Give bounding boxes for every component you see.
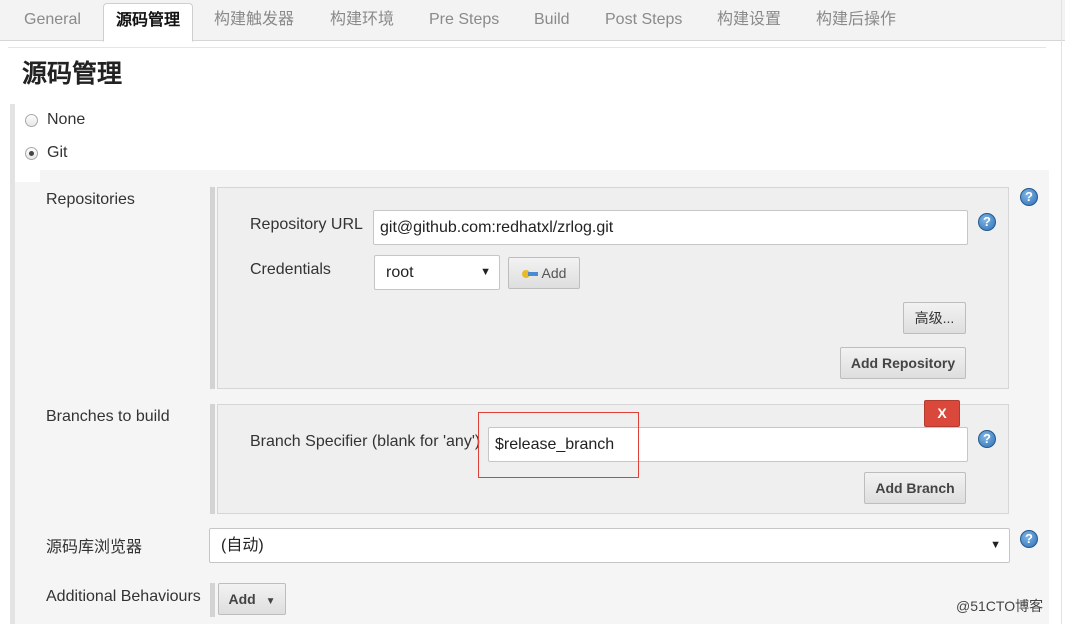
repositories-panel-bar [210, 187, 215, 389]
repository-browser-help-icon[interactable]: ? [1020, 530, 1038, 548]
tab-bar: General 源码管理 构建触发器 构建环境 Pre Steps Build … [0, 0, 1065, 42]
add-credentials-button[interactable]: Add [508, 257, 580, 289]
branches-panel-bar [210, 404, 215, 514]
chevron-down-icon: ▼ [265, 596, 276, 607]
repository-url-input[interactable]: git@github.com:redhatxl/zrlog.git [373, 210, 968, 245]
tab-post-steps[interactable]: Post Steps [605, 0, 682, 41]
branches-to-build-label: Branches to build [46, 408, 170, 425]
watermark: @51CTO博客 [956, 598, 1044, 614]
radio-none-label: None [47, 111, 86, 128]
branch-specifier-help-icon[interactable]: ? [978, 430, 996, 448]
delete-branch-button[interactable]: X [924, 400, 960, 427]
scm-option-git[interactable]: Git [25, 142, 67, 164]
add-branch-button[interactable]: Add Branch [864, 472, 966, 504]
tab-build-environment[interactable]: 构建环境 [330, 0, 394, 41]
repository-browser-caret-icon: ▼ [990, 539, 1001, 551]
key-icon [521, 270, 538, 279]
repository-browser-label: 源码库浏览器 [46, 539, 143, 556]
tab-general[interactable]: General [24, 0, 81, 41]
section-divider [8, 47, 1046, 48]
add-behaviour-label: Add [228, 591, 256, 607]
credentials-select-value: root [386, 264, 414, 281]
page-scroll-edge [1061, 0, 1062, 624]
branch-specifier-label: Branch Specifier (blank for 'any') [250, 433, 481, 450]
repository-browser-select-value: (自动) [221, 537, 264, 554]
add-credentials-label: Add [541, 265, 567, 281]
tab-pre-steps[interactable]: Pre Steps [429, 0, 499, 41]
highlight-annotation-box [478, 412, 639, 478]
additional-behaviours-label: Additional Behaviours [46, 588, 201, 605]
tab-build-settings[interactable]: 构建设置 [717, 0, 781, 41]
add-behaviour-button[interactable]: Add ▼ [218, 583, 286, 615]
add-repository-button[interactable]: Add Repository [840, 347, 966, 379]
tab-post-build-actions[interactable]: 构建后操作 [816, 0, 896, 41]
credentials-label: Credentials [250, 261, 331, 278]
advanced-button[interactable]: 高级... [903, 302, 966, 334]
repositories-label: Repositories [46, 191, 135, 208]
radio-git-label: Git [47, 144, 68, 161]
section-title: 源码管理 [22, 60, 123, 88]
scm-option-none[interactable]: None [25, 109, 85, 131]
repository-url-help-icon[interactable]: ? [978, 213, 996, 231]
tab-build-triggers[interactable]: 构建触发器 [214, 0, 294, 41]
repository-url-label: Repository URL [250, 216, 363, 233]
radio-none[interactable] [25, 113, 38, 127]
credentials-select[interactable]: root ▼ [374, 255, 500, 290]
repository-browser-select[interactable]: (自动) ▼ [209, 528, 1010, 563]
credentials-caret-icon: ▼ [480, 266, 491, 278]
git-area-notch [15, 170, 40, 182]
radio-git[interactable] [25, 146, 38, 160]
tab-build[interactable]: Build [534, 0, 570, 41]
behaviours-panel-bar [210, 583, 215, 617]
repositories-help-icon[interactable]: ? [1020, 188, 1038, 206]
tab-source-code-management[interactable]: 源码管理 [103, 3, 194, 42]
